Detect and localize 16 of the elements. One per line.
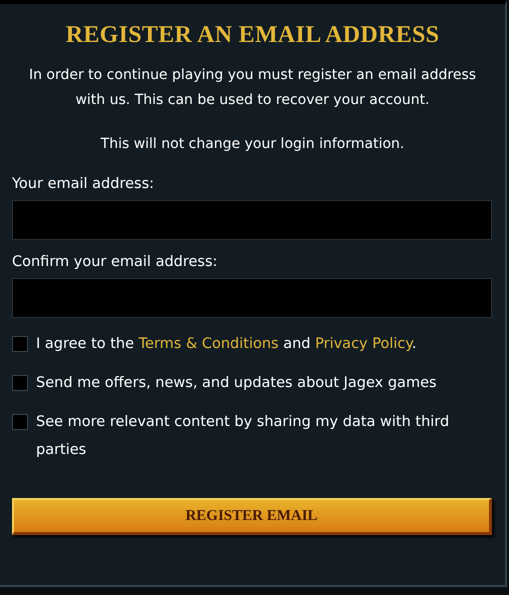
checkbox-label: I agree to the Terms & Conditions and Privacy Policy.: [36, 335, 416, 354]
checkbox-label: Send me offers, news, and updates about Jagex games: [36, 374, 437, 393]
email-field[interactable]: [12, 200, 492, 240]
register-button[interactable]: REGISTER EMAIL: [12, 498, 492, 535]
email-field[interactable]: [12, 278, 492, 318]
checkbox[interactable]: [12, 375, 28, 391]
form-title: REGISTER AN EMAIL ADDRESS: [64, 22, 440, 49]
field-label: Your email address:: [12, 176, 156, 192]
checkbox[interactable]: [12, 336, 28, 352]
checkbox-label: See more relevant content by sharing my data with third parties: [36, 413, 450, 460]
policy-link[interactable]: Privacy Policy: [315, 336, 412, 352]
info-text: This will not change your login information.: [100, 135, 406, 154]
info-text: In order to continue playing you must register an email address with us. This can be used to recover your account.: [28, 66, 478, 110]
checkbox[interactable]: [12, 414, 28, 430]
policy-link[interactable]: Terms & Conditions: [138, 336, 279, 352]
field-label: Confirm your email address:: [12, 254, 218, 270]
